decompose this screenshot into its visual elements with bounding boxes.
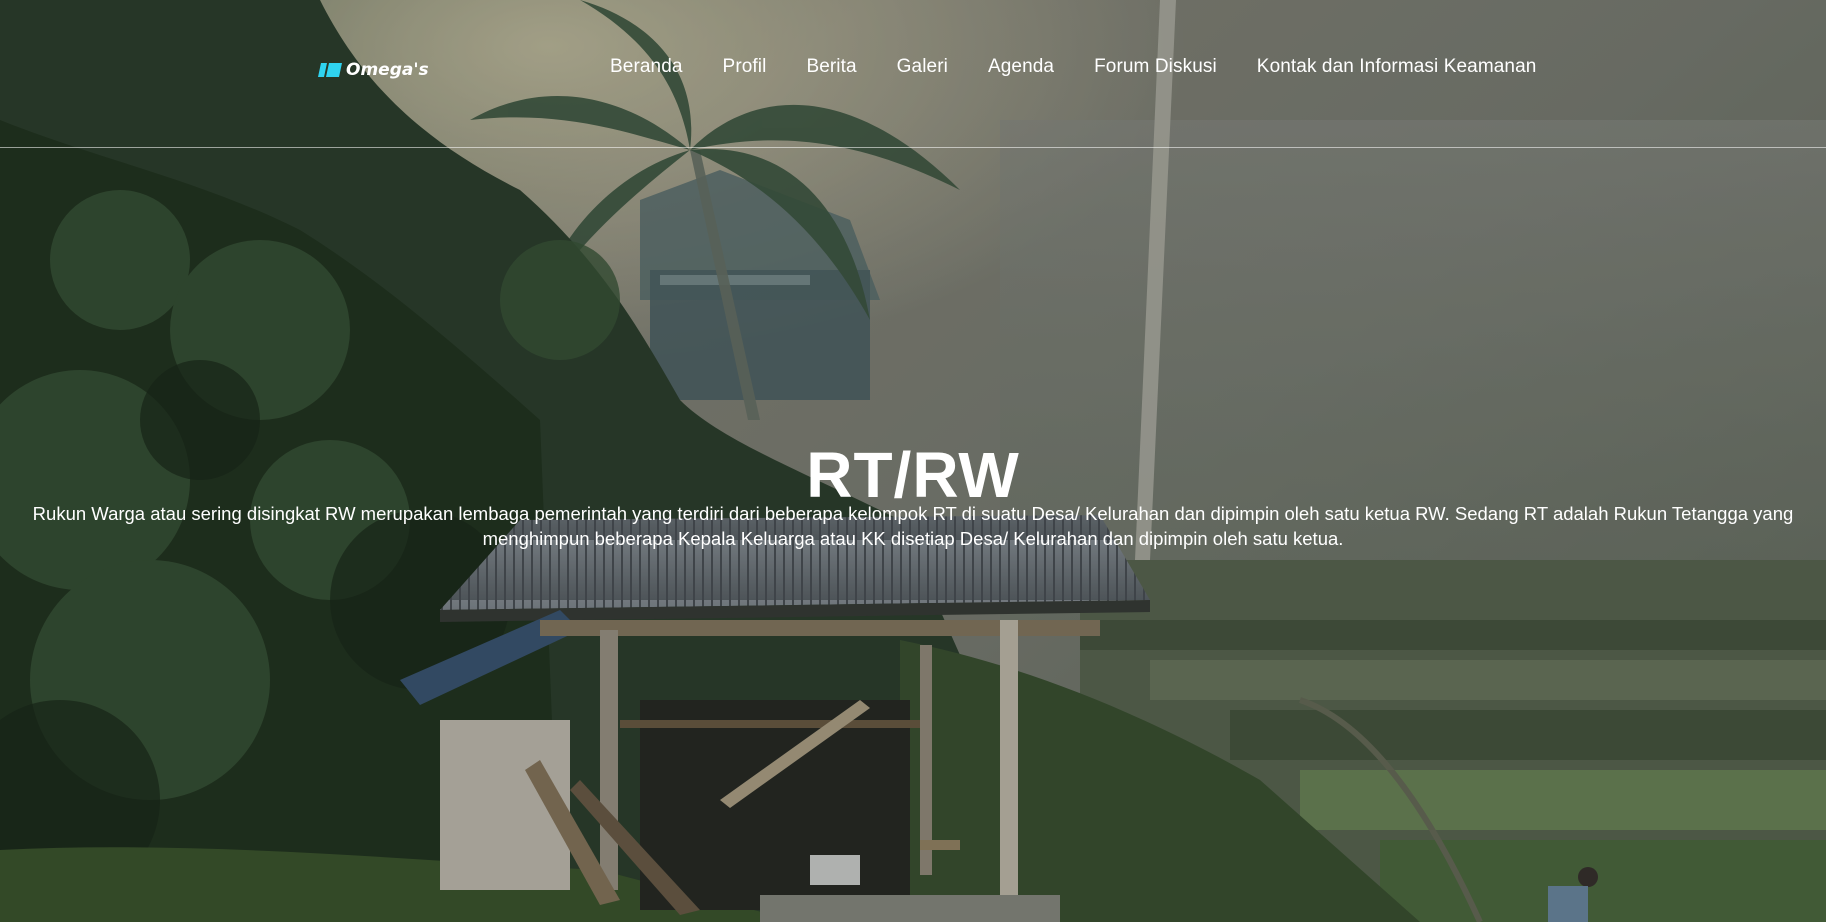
hero-description: Rukun Warga atau sering disingkat RW mer… [32,503,1794,549]
nav-link-galeri[interactable]: Galeri [897,56,948,77]
nav-item-kontak: Kontak dan Informasi Keamanan [1257,56,1537,78]
hero-content: RT/RW Rukun Warga atau sering disingkat … [0,437,1826,551]
brand-link[interactable]: Omega's [318,60,429,80]
nav-link-agenda[interactable]: Agenda [988,56,1054,77]
hero-section: Omega's Beranda Profil Berita Galeri Age… [0,0,1826,922]
brand-name: Omega's [346,60,429,80]
nav-item-galeri: Galeri [897,56,948,78]
nav-item-beranda: Beranda [610,56,683,78]
nav-link-forum-diskusi[interactable]: Forum Diskusi [1094,56,1217,77]
nav-link-profil[interactable]: Profil [723,56,767,77]
nav-item-profil: Profil [723,56,767,78]
nav-link-berita[interactable]: Berita [806,56,856,77]
omega-logo-icon [318,63,342,77]
nav-item-agenda: Agenda [988,56,1054,78]
nav-link-kontak[interactable]: Kontak dan Informasi Keamanan [1257,56,1537,77]
nav-item-berita: Berita [806,56,856,78]
top-navbar: Omega's Beranda Profil Berita Galeri Age… [0,0,1826,148]
nav-menu: Beranda Profil Berita Galeri Agenda Foru… [596,56,1556,78]
nav-link-beranda[interactable]: Beranda [610,56,683,77]
nav-item-forum-diskusi: Forum Diskusi [1094,56,1217,78]
